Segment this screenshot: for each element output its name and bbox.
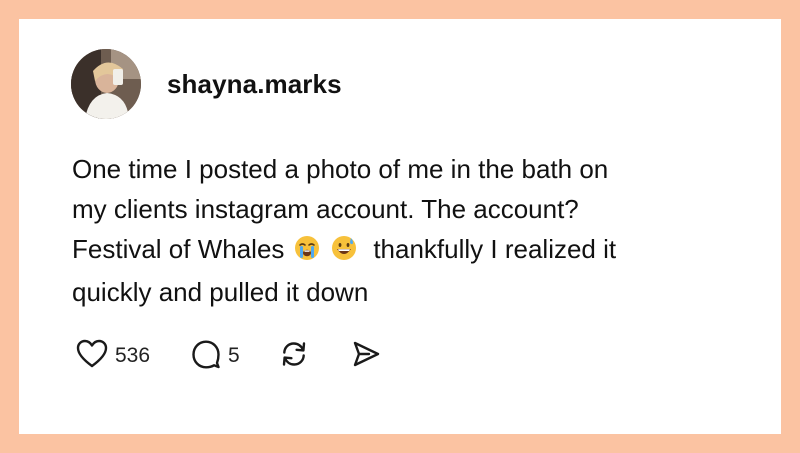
reply-count: 5: [228, 344, 240, 367]
action-bar: 536 5: [75, 339, 382, 373]
share-button[interactable]: [350, 338, 382, 375]
post-text-line: One time I posted a photo of me in the b…: [72, 154, 609, 184]
username[interactable]: shayna.marks: [167, 69, 342, 100]
heart-icon: [75, 338, 109, 375]
post-card: shayna.marks One time I posted a photo o…: [19, 19, 781, 434]
post-text-segment: thankfully I realized it: [373, 234, 617, 264]
comment-button[interactable]: 5: [190, 338, 240, 375]
loudly-crying-face-emoji-icon: [294, 232, 320, 272]
post-text-segment: Festival of Whales: [72, 234, 285, 264]
share-icon: [350, 338, 382, 375]
post-text-line: my clients instagram account. The accoun…: [72, 194, 579, 224]
repost-icon: [278, 338, 310, 375]
post-text-line: Festival of Whales thankfully I realized…: [72, 229, 752, 272]
post-text-line: quickly and pulled it down: [72, 277, 369, 307]
grinning-face-with-sweat-emoji-icon: [331, 232, 357, 272]
like-count: 536: [115, 344, 151, 367]
post-text: One time I posted a photo of me in the b…: [72, 149, 752, 312]
comment-icon: [190, 338, 222, 375]
like-button[interactable]: 536: [75, 338, 150, 375]
avatar[interactable]: [71, 49, 141, 119]
repost-button[interactable]: [278, 338, 310, 375]
